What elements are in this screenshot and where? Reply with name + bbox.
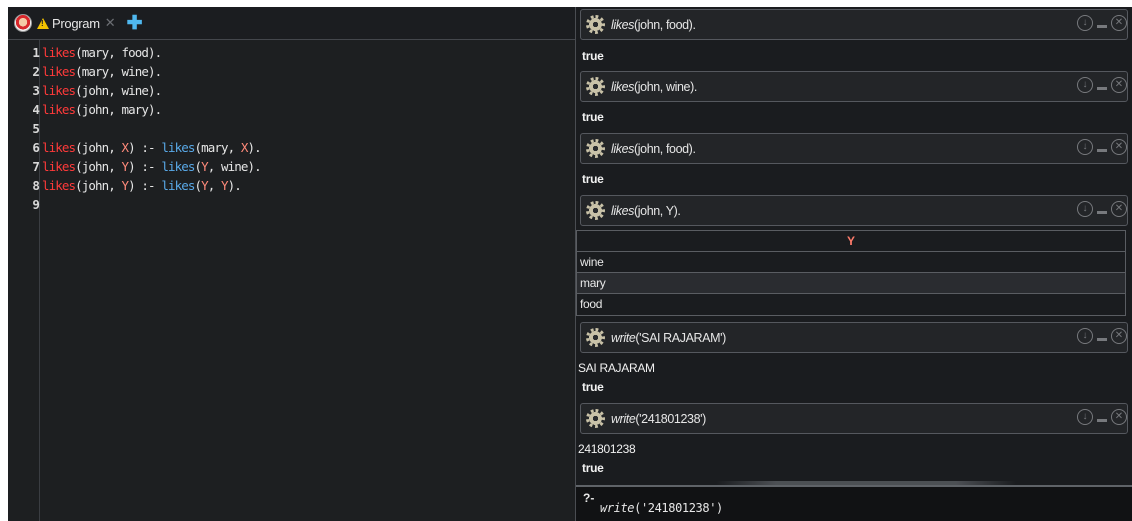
minimize-icon[interactable]	[1097, 24, 1107, 28]
query-text: likes(john, food).	[611, 141, 696, 156]
minimize-icon[interactable]	[1097, 148, 1107, 152]
table-row: mary	[577, 273, 1125, 294]
line-number: 6	[32, 140, 40, 155]
prompt-symbol: ?-	[583, 491, 595, 505]
code-line[interactable]: 7 likes(john, Y) :- likes(Y, wine).	[8, 157, 575, 176]
download-icon[interactable]: ↓	[1077, 15, 1093, 31]
answer-true: true	[582, 172, 604, 186]
line-number: 2	[32, 64, 40, 79]
add-tab-plus-icon[interactable]: ✚	[127, 14, 143, 33]
table-header-y: Y	[577, 231, 1125, 252]
download-icon[interactable]: ↓	[1077, 328, 1093, 344]
results-table: Y wine mary food	[576, 230, 1126, 316]
answer-true: true	[582, 49, 604, 63]
query-text: likes(john, Y).	[611, 203, 681, 218]
download-icon[interactable]: ↓	[1077, 201, 1093, 217]
code-line[interactable]: 4 likes(john, mary).	[8, 100, 575, 119]
answer-true: true	[582, 461, 604, 475]
code-text: likes(mary, food).	[42, 45, 162, 60]
gear-icon[interactable]	[586, 15, 605, 34]
code-line[interactable]: 1 likes(mary, food).	[8, 43, 575, 62]
minimize-icon[interactable]	[1097, 210, 1107, 214]
gear-icon[interactable]	[586, 201, 605, 220]
tab-label: Program	[52, 15, 100, 31]
close-icon[interactable]: ✕	[1111, 15, 1127, 31]
query-text: likes(john, food).	[611, 17, 696, 32]
download-icon[interactable]: ↓	[1077, 139, 1093, 155]
code-text: likes(john, Y) :- likes(Y, wine).	[42, 159, 262, 174]
code-line[interactable]: 8 likes(john, Y) :- likes(Y, Y).	[8, 176, 575, 195]
line-number: 7	[32, 159, 40, 174]
tab-close-icon[interactable]: ✕	[105, 15, 116, 31]
query-text: write('241801238')	[611, 411, 706, 426]
table-row: wine	[577, 252, 1125, 273]
output-text: 241801238	[578, 442, 636, 456]
answer-true: true	[582, 380, 604, 394]
gear-icon[interactable]	[586, 328, 605, 347]
close-icon[interactable]: ✕	[1111, 77, 1127, 93]
tab-bar: Program ✕ ✚	[8, 7, 575, 40]
code-line[interactable]: 2 likes(mary, wine).	[8, 62, 575, 81]
code-text: likes(john, mary).	[42, 102, 162, 117]
code-line[interactable]: 9	[8, 195, 575, 214]
code-line[interactable]: 3 likes(john, wine).	[8, 81, 575, 100]
minimize-icon[interactable]	[1097, 86, 1107, 90]
query-bar[interactable]: write('241801238') ↓ ✕	[580, 403, 1128, 434]
gear-icon[interactable]	[586, 139, 605, 158]
gear-icon[interactable]	[586, 77, 605, 96]
output-text: SAI RAJARAM	[578, 361, 655, 375]
query-bar[interactable]: likes(john, Y). ↓ ✕	[580, 195, 1128, 226]
query-text: write('SAI RAJARAM')	[611, 330, 726, 345]
code-area[interactable]: 1 likes(mary, food). 2 likes(mary, wine). 3 l…	[8, 40, 575, 521]
minimize-icon[interactable]	[1097, 418, 1107, 422]
code-text: likes(john, Y) :- likes(Y, Y).	[42, 178, 242, 193]
query-bar[interactable]: likes(john, food). ↓ ✕	[580, 9, 1128, 40]
line-number: 9	[32, 197, 40, 212]
minimize-icon[interactable]	[1097, 337, 1107, 341]
close-icon[interactable]: ✕	[1111, 409, 1127, 425]
code-text: likes(mary, wine).	[42, 64, 162, 79]
download-icon[interactable]: ↓	[1077, 409, 1093, 425]
close-icon[interactable]: ✕	[1111, 201, 1127, 217]
code-line[interactable]: 5	[8, 119, 575, 138]
query-bar[interactable]: write('SAI RAJARAM') ↓ ✕	[580, 322, 1128, 353]
gear-icon[interactable]	[586, 409, 605, 428]
swish-logo-icon[interactable]	[14, 14, 32, 32]
warning-icon	[37, 17, 49, 29]
code-line[interactable]: 6 likes(john, X) :- likes(mary, X).	[8, 138, 575, 157]
code-text: likes(john, wine).	[42, 83, 162, 98]
line-number: 8	[32, 178, 40, 193]
program-editor: Program ✕ ✚ 1likes(mary, food).2likes(ma…	[8, 7, 576, 521]
line-number: 5	[32, 121, 40, 136]
line-number: 1	[32, 45, 40, 60]
query-text: likes(john, wine).	[611, 79, 697, 94]
query-bar[interactable]: likes(john, food). ↓ ✕	[580, 133, 1128, 164]
query-bar[interactable]: likes(john, wine). ↓ ✕	[580, 71, 1128, 102]
query-input[interactable]: write('241801238')	[600, 501, 723, 515]
answers-pane: likes(john, food). ↓ ✕ true likes(john, w…	[576, 7, 1132, 521]
close-icon[interactable]: ✕	[1111, 328, 1127, 344]
answer-true: true	[582, 110, 604, 124]
download-icon[interactable]: ↓	[1077, 77, 1093, 93]
swish-app: Program ✕ ✚ 1likes(mary, food).2likes(ma…	[8, 7, 1132, 521]
line-number: 3	[32, 83, 40, 98]
code-text: likes(john, X) :- likes(mary, X).	[42, 140, 262, 155]
query-prompt[interactable]: ?- write('241801238')	[576, 485, 1132, 521]
close-icon[interactable]: ✕	[1111, 139, 1127, 155]
line-number: 4	[32, 102, 40, 117]
tab-program[interactable]: Program ✕	[37, 11, 116, 35]
table-row: food	[580, 297, 603, 311]
